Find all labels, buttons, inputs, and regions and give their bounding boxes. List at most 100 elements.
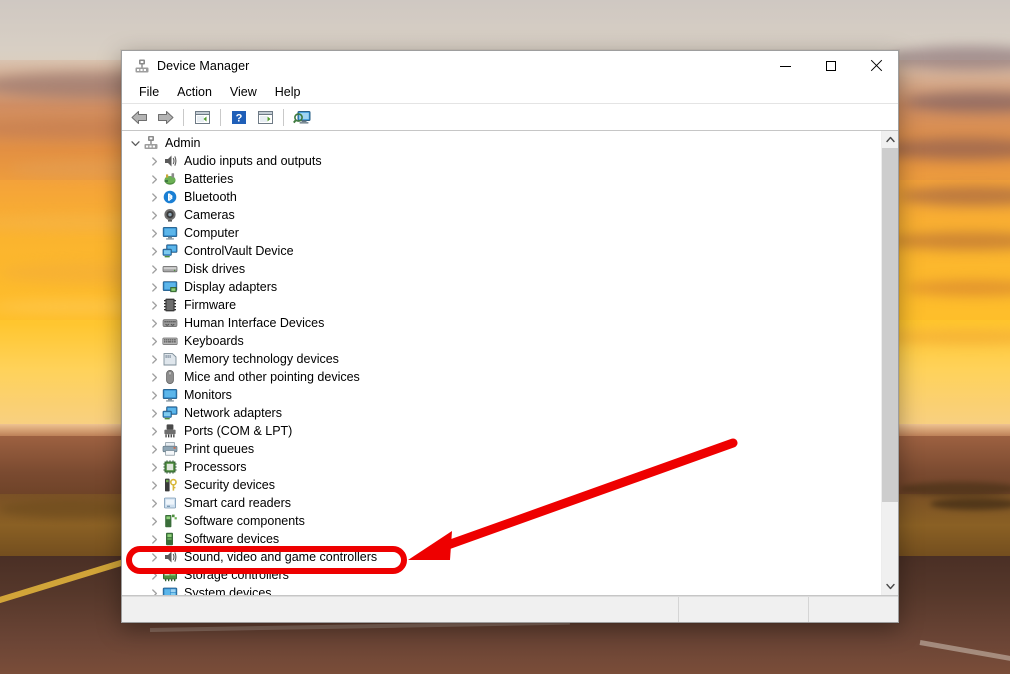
chevron-right-icon[interactable]: [146, 386, 162, 404]
software-device-icon: [162, 531, 178, 547]
tree-item-display-adapters[interactable]: Display adapters: [122, 278, 881, 296]
chevron-right-icon[interactable]: [146, 422, 162, 440]
scroll-up-button[interactable]: [882, 131, 898, 148]
chevron-right-icon[interactable]: [146, 440, 162, 458]
window-titlebar[interactable]: Device Manager: [122, 51, 898, 81]
tree-item-print-queues[interactable]: Print queues: [122, 440, 881, 458]
chevron-right-icon[interactable]: [146, 260, 162, 278]
update-driver-button[interactable]: [253, 106, 277, 129]
bluetooth-icon: [162, 189, 178, 205]
disk-drive-icon: [162, 261, 178, 277]
chevron-right-icon[interactable]: [146, 332, 162, 350]
tree-item-storage-controllers[interactable]: Storage controllers: [122, 566, 881, 584]
chevron-right-icon[interactable]: [146, 584, 162, 595]
tree-item-label: Print queues: [184, 442, 255, 456]
network-device-icon: [162, 243, 178, 259]
chevron-down-icon[interactable]: [127, 134, 143, 152]
tree-item-batteries[interactable]: Batteries: [122, 170, 881, 188]
chevron-right-icon[interactable]: [146, 530, 162, 548]
chevron-right-icon[interactable]: [146, 368, 162, 386]
properties-button[interactable]: [190, 106, 214, 129]
chevron-right-icon[interactable]: [146, 170, 162, 188]
smart-card-reader-icon: [162, 495, 178, 511]
storage-controller-icon: [162, 567, 178, 583]
chevron-right-icon[interactable]: [146, 152, 162, 170]
scroll-thumb[interactable]: [882, 148, 898, 502]
chevron-right-icon[interactable]: [146, 566, 162, 584]
maximize-icon: [825, 61, 836, 71]
tree-item-controlvault-device[interactable]: ControlVault Device: [122, 242, 881, 260]
scan-hardware-icon: [292, 111, 310, 124]
menu-file[interactable]: File: [130, 83, 168, 101]
tree-item-ports-com-lpt[interactable]: Ports (COM & LPT): [122, 422, 881, 440]
back-button[interactable]: [127, 106, 151, 129]
tree-item-cameras[interactable]: Cameras: [122, 206, 881, 224]
tree-item-sound-video-and-game-controllers[interactable]: Sound, video and game controllers: [122, 548, 881, 566]
tree-item-network-adapters[interactable]: Network adapters: [122, 404, 881, 422]
chevron-right-icon[interactable]: [146, 512, 162, 530]
wallpaper-vegetation: [0, 500, 140, 518]
camera-icon: [162, 207, 178, 223]
minimize-button[interactable]: [763, 51, 808, 81]
update-driver-icon: [257, 110, 273, 124]
help-button[interactable]: ?: [227, 106, 251, 129]
tree-item-keyboards[interactable]: Keyboards: [122, 332, 881, 350]
printer-icon: [162, 441, 178, 457]
chevron-right-icon[interactable]: [146, 242, 162, 260]
menu-view[interactable]: View: [221, 83, 266, 101]
tree-item-label: Ports (COM & LPT): [184, 424, 293, 438]
tree-item-mice-and-other-pointing-devices[interactable]: Mice and other pointing devices: [122, 368, 881, 386]
chevron-right-icon[interactable]: [146, 278, 162, 296]
tree-root-admin[interactable]: Admin: [122, 134, 881, 152]
chevron-right-icon[interactable]: [146, 206, 162, 224]
scroll-track[interactable]: [882, 148, 898, 578]
tree-item-smart-card-readers[interactable]: Smart card readers: [122, 494, 881, 512]
chevron-down-icon: [885, 583, 895, 590]
tree-item-system-devices[interactable]: System devices: [122, 584, 881, 595]
tree-item-label: Storage controllers: [184, 568, 289, 582]
chevron-right-icon[interactable]: [146, 494, 162, 512]
tree-item-processors[interactable]: Processors: [122, 458, 881, 476]
scroll-down-button[interactable]: [882, 578, 898, 595]
menu-action[interactable]: Action: [168, 83, 221, 101]
device-manager-window: Device Manager File Action View Help ? A…: [121, 50, 899, 623]
scan-hardware-changes-button[interactable]: [290, 106, 314, 129]
close-button[interactable]: [853, 51, 898, 81]
properties-icon: [194, 110, 210, 124]
tree-item-monitors[interactable]: Monitors: [122, 386, 881, 404]
forward-button[interactable]: [153, 106, 177, 129]
device-tree[interactable]: Admin Audio inputs and outputs Batteries Bl…: [122, 131, 881, 595]
tree-item-security-devices[interactable]: Security devices: [122, 476, 881, 494]
tree-item-label: Processors: [184, 460, 247, 474]
tree-item-software-devices[interactable]: Software devices: [122, 530, 881, 548]
chevron-right-icon[interactable]: [146, 188, 162, 206]
wallpaper-vegetation: [930, 498, 1010, 510]
tree-item-firmware[interactable]: Firmware: [122, 296, 881, 314]
chevron-right-icon[interactable]: [146, 458, 162, 476]
mouse-icon: [162, 369, 178, 385]
tree-item-audio-inputs-and-outputs[interactable]: Audio inputs and outputs: [122, 152, 881, 170]
chevron-right-icon[interactable]: [146, 548, 162, 566]
tree-item-label: Software components: [184, 514, 305, 528]
chevron-right-icon[interactable]: [146, 476, 162, 494]
chevron-right-icon[interactable]: [146, 224, 162, 242]
chevron-right-icon[interactable]: [146, 404, 162, 422]
firmware-chip-icon: [162, 297, 178, 313]
tree-root-label: Admin: [165, 136, 201, 150]
tree-item-software-components[interactable]: Software components: [122, 512, 881, 530]
vertical-scrollbar[interactable]: [881, 131, 898, 595]
chevron-right-icon[interactable]: [146, 314, 162, 332]
chevron-right-icon[interactable]: [146, 296, 162, 314]
maximize-button[interactable]: [808, 51, 853, 81]
hid-icon: [162, 315, 178, 331]
tree-item-computer[interactable]: Computer: [122, 224, 881, 242]
menu-help[interactable]: Help: [266, 83, 310, 101]
computer-node-icon: [143, 135, 159, 151]
tree-item-label: Keyboards: [184, 334, 244, 348]
chevron-right-icon[interactable]: [146, 350, 162, 368]
tree-item-disk-drives[interactable]: Disk drives: [122, 260, 881, 278]
tree-item-memory-technology-devices[interactable]: Memory technology devices: [122, 350, 881, 368]
tree-item-label: Cameras: [184, 208, 235, 222]
tree-item-bluetooth[interactable]: Bluetooth: [122, 188, 881, 206]
tree-item-human-interface-devices[interactable]: Human Interface Devices: [122, 314, 881, 332]
